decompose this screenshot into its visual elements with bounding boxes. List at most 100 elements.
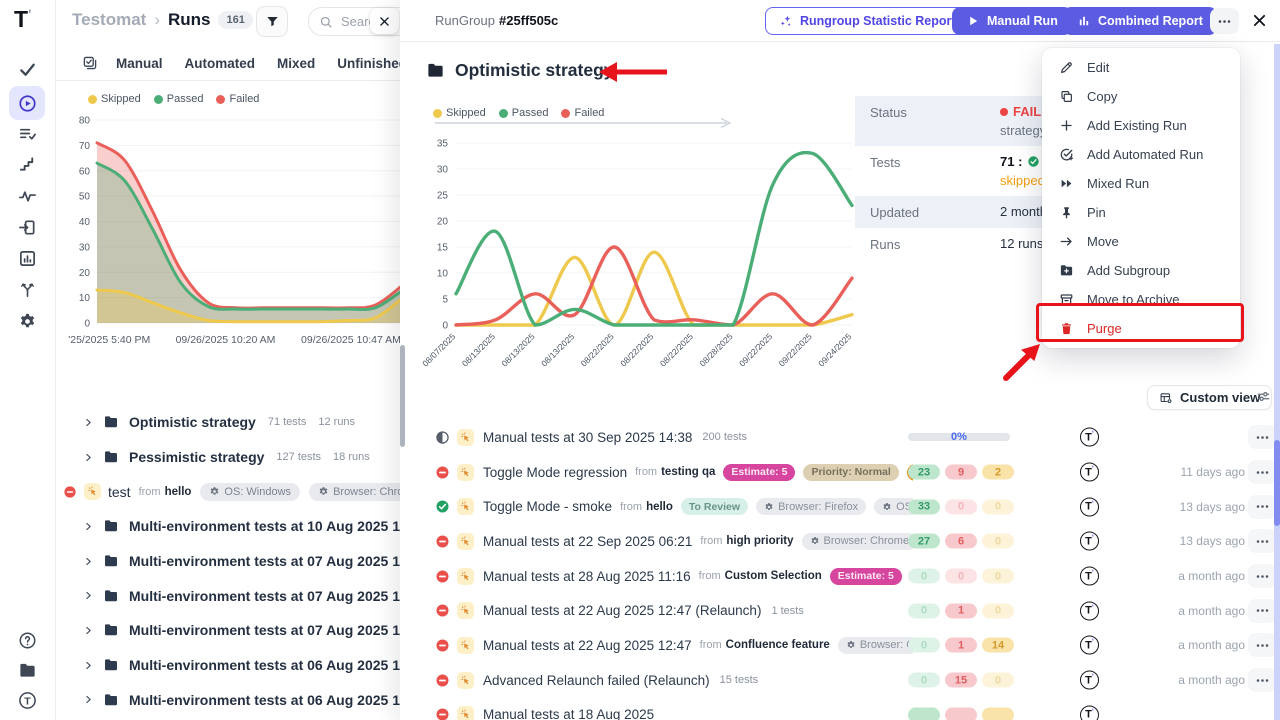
tab-unfinished[interactable]: Unfinished [337,56,407,71]
run-title[interactable]: Toggle Mode regression [483,465,627,480]
view-settings-icon[interactable] [1256,389,1271,404]
sidebar-item-import[interactable] [9,212,45,242]
chevron-right-icon[interactable] [83,556,94,567]
run-row[interactable]: Manual tests at 30 Sep 2025 14:38 200 te… [400,420,1280,455]
sidebar-item-logo-circle[interactable]: T [9,685,45,715]
run-title[interactable]: Toggle Mode - smoke [483,499,612,514]
svg-text:30: 30 [79,242,91,253]
sidebar-item-folder[interactable] [9,655,45,685]
count-pill: 0 [982,569,1014,584]
chevron-right-icon[interactable] [83,590,94,601]
svg-text:0: 0 [442,321,448,332]
legend-failed[interactable]: Failed [216,93,259,105]
tree-group-name: Multi-environment tests at 06 Aug 2025 1… [129,692,428,708]
chevron-right-icon[interactable] [83,660,94,671]
menu-item-purge[interactable]: Purge [1042,314,1240,343]
run-more-button[interactable] [1248,425,1277,449]
menu-item-add-subgroup[interactable]: Add Subgroup [1042,256,1240,285]
modal-more-button[interactable] [1210,8,1239,34]
run-row[interactable]: Manual tests at 22 Aug 2025 12:47 fromCo… [400,628,1280,663]
run-row[interactable]: Manual tests at 22 Sep 2025 06:21 fromhi… [400,524,1280,559]
close-icon [378,15,391,28]
failed-icon [435,673,450,688]
chevron-right-icon[interactable] [83,452,94,463]
count-pill [908,707,940,720]
right-scrollbar-thumb[interactable] [1274,440,1280,526]
run-row[interactable]: Manual tests at 22 Aug 2025 12:47 (Relau… [400,593,1280,628]
sidebar-item-check[interactable] [9,54,45,84]
right-scrollbar-track[interactable] [1274,44,1280,720]
menu-item-add-automated-run[interactable]: Add Automated Run [1042,140,1240,169]
steps-icon [18,155,37,174]
run-row[interactable]: Toggle Mode regression fromtesting qa Es… [400,455,1280,490]
menu-item-move-to-archive[interactable]: Move to Archive [1042,285,1240,314]
arrow-right-icon [1059,234,1074,249]
svg-text:40: 40 [79,217,91,228]
failed-icon [435,534,450,549]
run-title[interactable]: Manual tests at 18 Aug 2025 [483,707,654,720]
failed-icon [435,707,450,720]
breadcrumb-parent[interactable]: Testomat [72,10,146,30]
run-badge: To Review [681,498,748,515]
sidebar-item-list-check[interactable] [9,118,45,148]
legend-passed[interactable]: Passed [154,93,204,105]
legend-skipped[interactable]: Skipped [88,93,141,105]
svg-text:08/22/2025: 08/22/2025 [618,331,655,368]
sidebar-item-branch[interactable] [9,274,45,304]
sidebar-item-gear[interactable] [9,306,45,336]
testomat-logo-icon[interactable]: T' [14,6,31,33]
tab-mixed[interactable]: Mixed [277,56,315,71]
passed-icon [435,499,450,514]
search-icon [319,15,333,29]
sidebar-item-steps[interactable] [9,149,45,179]
menu-item-mixed-run[interactable]: Mixed Run [1042,169,1240,198]
modal-close-icon[interactable] [1251,12,1268,29]
menu-item-pin[interactable]: Pin [1042,198,1240,227]
run-title[interactable]: Manual tests at 30 Sep 2025 14:38 [483,430,692,445]
run-more-button[interactable] [1248,460,1277,484]
run-more-button[interactable] [1248,564,1277,588]
run-more-button[interactable] [1248,529,1277,553]
sidebar-item-help[interactable] [9,625,45,655]
tab-automated[interactable]: Automated [185,56,256,71]
menu-item-edit[interactable]: Edit [1042,53,1240,82]
menu-item-move[interactable]: Move [1042,227,1240,256]
run-row[interactable]: Manual tests at 18 Aug 2025 T' [400,698,1280,720]
run-more-button[interactable] [1248,633,1277,657]
chevron-right-icon[interactable] [83,625,94,636]
tab-manual[interactable]: Manual [116,56,163,71]
gear-icon [318,486,329,497]
chevron-right-icon[interactable] [83,417,94,428]
run-title[interactable]: Manual tests at 22 Aug 2025 12:47 (Relau… [483,603,761,618]
rungroup-statistic-report-button[interactable]: Rungroup Statistic Report [765,7,970,35]
menu-item-add-existing-run[interactable]: Add Existing Run [1042,111,1240,140]
custom-view-button[interactable]: Custom view [1147,385,1272,410]
combined-report-button[interactable]: Combined Report [1063,7,1217,35]
sidebar-item-play-circle[interactable] [9,86,45,120]
run-title[interactable]: Advanced Relaunch failed (Relaunch) [483,673,710,688]
modal-scrollbar-thumb[interactable] [400,345,405,447]
sidebar-item-pulse[interactable] [9,181,45,211]
legend-dot [154,95,163,104]
run-more-button[interactable] [1248,668,1277,692]
search-clear-button[interactable] [370,8,399,34]
filter-button[interactable] [256,6,288,37]
run-row[interactable]: Advanced Relaunch failed (Relaunch) 15 t… [400,663,1280,698]
count-pill: 33 [908,499,940,514]
run-title[interactable]: Manual tests at 22 Sep 2025 06:21 [483,534,692,549]
run-row[interactable]: Manual tests at 28 Aug 2025 11:16 fromCu… [400,559,1280,594]
run-row[interactable]: Toggle Mode - smoke fromhello To ReviewB… [400,489,1280,524]
pencil-icon [1059,60,1074,75]
select-all-icon[interactable] [82,55,98,71]
chevron-right-icon[interactable] [83,521,94,532]
tree-group-name: Multi-environment tests at 10 Aug 2025 1… [129,518,427,534]
run-more-button[interactable] [1248,599,1277,623]
chevron-right-icon[interactable] [83,694,94,705]
manual-run-button[interactable]: Manual Run [952,7,1072,35]
menu-item-copy[interactable]: Copy [1042,82,1240,111]
run-title[interactable]: Manual tests at 22 Aug 2025 12:47 [483,638,692,653]
run-title[interactable]: Manual tests at 28 Aug 2025 11:16 [483,569,691,584]
run-more-button[interactable] [1248,495,1277,519]
count-pill: 0 [908,569,940,584]
sidebar-item-report[interactable] [9,243,45,273]
